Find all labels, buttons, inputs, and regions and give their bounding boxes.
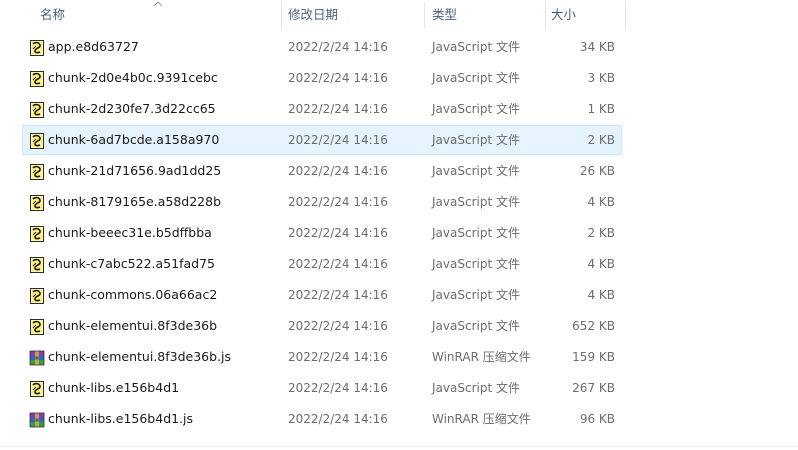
column-header-size-label: 大小 (551, 7, 577, 22)
file-row[interactable]: chunk-21d71656.9ad1dd25 2022/2/24 14:16 Ja… (22, 156, 622, 186)
javascript-file-icon (29, 288, 45, 304)
file-name: chunk-21d71656.9ad1dd25 (48, 163, 222, 178)
javascript-file-icon (29, 226, 45, 242)
file-name: app.e8d63727 (48, 39, 139, 54)
file-size: 26 KB (579, 164, 615, 178)
file-size: 96 KB (579, 412, 615, 426)
column-header-bar: 名称 修改日期 类型 大小 (0, 0, 798, 30)
column-header-date[interactable]: 修改日期 (278, 0, 422, 30)
file-size: 3 KB (587, 71, 615, 85)
javascript-file-icon (29, 319, 45, 335)
file-type: JavaScript 文件 (432, 381, 520, 395)
javascript-file-icon (29, 102, 45, 118)
file-size: 4 KB (587, 257, 615, 271)
file-name: chunk-elementui.8f3de36b.js (48, 349, 232, 364)
file-modified-date: 2022/2/24 14:16 (288, 71, 388, 85)
file-type: JavaScript 文件 (432, 40, 520, 54)
file-type: WinRAR 压缩文件 (432, 412, 531, 426)
file-modified-date: 2022/2/24 14:16 (288, 133, 388, 147)
file-type: JavaScript 文件 (432, 71, 520, 85)
file-row[interactable]: chunk-8179165e.a58d228b 2022/2/24 14:16 Ja… (22, 187, 622, 217)
sort-ascending-chevron-icon (153, 1, 163, 7)
file-row[interactable]: chunk-libs.e156b4d1.js 2022/2/24 14:16 Win… (22, 404, 622, 434)
file-name: chunk-8179165e.a58d228b (48, 194, 222, 209)
column-header-size[interactable]: 大小 (541, 0, 625, 30)
file-modified-date: 2022/2/24 14:16 (288, 257, 388, 271)
file-type: JavaScript 文件 (432, 226, 520, 240)
file-modified-date: 2022/2/24 14:16 (288, 288, 388, 302)
column-divider[interactable] (625, 2, 626, 28)
javascript-file-icon (29, 164, 45, 180)
file-type: JavaScript 文件 (432, 195, 520, 209)
file-size: 267 KB (572, 381, 615, 395)
file-name: chunk-libs.e156b4d1 (48, 380, 180, 395)
column-header-date-label: 修改日期 (288, 7, 339, 22)
file-row[interactable]: chunk-2d230fe7.3d22cc65 2022/2/24 14:16 Ja… (22, 94, 622, 124)
file-name: chunk-elementui.8f3de36b (48, 318, 218, 333)
file-modified-date: 2022/2/24 14:16 (288, 226, 388, 240)
file-row[interactable]: chunk-6ad7bcde.a158a970 2022/2/24 14:16 Ja… (22, 125, 622, 155)
file-row[interactable]: chunk-2d0e4b0c.9391cebc 2022/2/24 14:16 Ja… (22, 63, 622, 93)
file-size: 34 KB (579, 40, 615, 54)
file-size: 4 KB (587, 288, 615, 302)
file-modified-date: 2022/2/24 14:16 (288, 40, 388, 54)
file-size: 2 KB (587, 133, 615, 147)
column-header-type-label: 类型 (432, 7, 458, 22)
file-type: JavaScript 文件 (432, 102, 520, 116)
file-row[interactable]: chunk-commons.06a66ac2 2022/2/24 14:16 Jav… (22, 280, 622, 310)
file-modified-date: 2022/2/24 14:16 (288, 350, 388, 364)
file-type: JavaScript 文件 (432, 319, 520, 333)
file-row[interactable]: chunk-c7abc522.a51fad75 2022/2/24 14:16 Ja… (22, 249, 622, 279)
file-row[interactable]: app.e8d63727 2022/2/24 14:16 JavaScript 文件… (22, 32, 622, 62)
bottom-divider (0, 446, 798, 447)
file-modified-date: 2022/2/24 14:16 (288, 195, 388, 209)
file-modified-date: 2022/2/24 14:16 (288, 381, 388, 395)
file-name: chunk-libs.e156b4d1.js (48, 411, 194, 426)
file-type: JavaScript 文件 (432, 257, 520, 271)
file-type: WinRAR 压缩文件 (432, 350, 531, 364)
file-modified-date: 2022/2/24 14:16 (288, 164, 388, 178)
file-row[interactable]: chunk-elementui.8f3de36b.js 2022/2/24 14:… (22, 342, 622, 372)
file-name: chunk-commons.06a66ac2 (48, 287, 218, 302)
file-name: chunk-6ad7bcde.a158a970 (48, 132, 220, 147)
column-header-name-label: 名称 (40, 7, 66, 22)
file-row[interactable]: chunk-beeec31e.b5dffbba 2022/2/24 14:16 Ja… (22, 218, 622, 248)
javascript-file-icon (29, 195, 45, 211)
winrar-archive-icon (29, 412, 45, 428)
file-size: 1 KB (587, 102, 615, 116)
javascript-file-icon (29, 133, 45, 149)
file-row[interactable]: chunk-libs.e156b4d1 2022/2/24 14:16 JavaSc… (22, 373, 622, 403)
file-name: chunk-2d230fe7.3d22cc65 (48, 101, 216, 116)
file-name: chunk-beeec31e.b5dffbba (48, 225, 212, 240)
file-type: JavaScript 文件 (432, 133, 520, 147)
file-size: 4 KB (587, 195, 615, 209)
file-size: 2 KB (587, 226, 615, 240)
file-size: 652 KB (572, 319, 615, 333)
file-size: 159 KB (572, 350, 615, 364)
javascript-file-icon (29, 40, 45, 56)
file-modified-date: 2022/2/24 14:16 (288, 102, 388, 116)
javascript-file-icon (29, 71, 45, 87)
file-modified-date: 2022/2/24 14:16 (288, 319, 388, 333)
file-row[interactable]: chunk-elementui.8f3de36b 2022/2/24 14:16 J… (22, 311, 622, 341)
file-type: JavaScript 文件 (432, 164, 520, 178)
javascript-file-icon (29, 381, 45, 397)
file-name: chunk-c7abc522.a51fad75 (48, 256, 215, 271)
column-header-type[interactable]: 类型 (422, 0, 544, 30)
javascript-file-icon (29, 257, 45, 273)
file-type: JavaScript 文件 (432, 288, 520, 302)
file-name: chunk-2d0e4b0c.9391cebc (48, 70, 218, 85)
winrar-archive-icon (29, 350, 45, 366)
file-modified-date: 2022/2/24 14:16 (288, 412, 388, 426)
